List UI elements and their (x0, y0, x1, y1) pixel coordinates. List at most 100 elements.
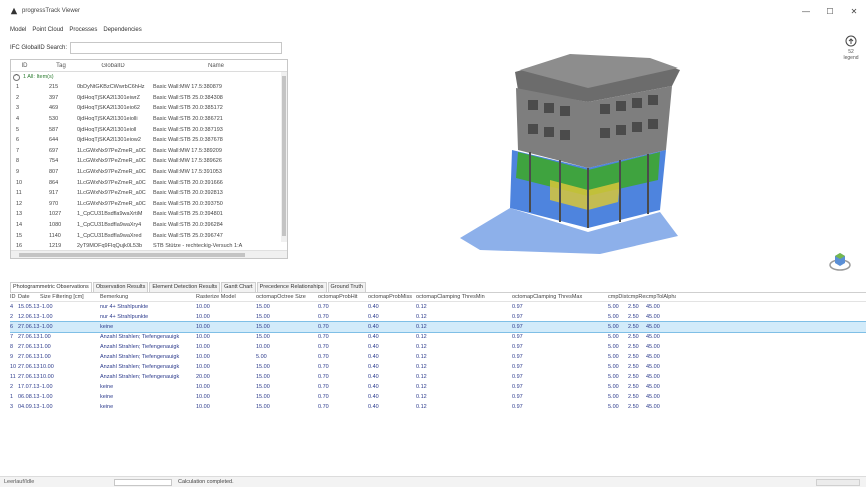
table-row[interactable]: 1 06.08.13 -1.00 keine 10.00 15.00 0.70 0.40 0.1… (10, 392, 866, 402)
tab-ground-truth[interactable]: Ground Truth (327, 282, 366, 292)
ifc-cell-id: 9 (16, 169, 20, 176)
observations-cell: 0.12 (416, 314, 427, 320)
observations-cell: 0.97 (512, 304, 523, 310)
table-row[interactable]: 14 1080 1_CpCU31BsdfIa9waXry4 Basic Wall:ST… (11, 220, 287, 231)
table-row[interactable]: 10 864 1LcGWxNx97PeZmeR_a0C Basic Wall:STB … (11, 177, 287, 188)
observations-cell: 0.70 (318, 324, 329, 330)
ifc-horizontal-scrollbar[interactable] (11, 250, 287, 258)
table-row[interactable]: 8 27.06.13 1.00 Anzahl Strahlen; Tiefengena… (10, 342, 866, 352)
observations-cell: 0.40 (368, 374, 379, 380)
observations-cell: 5.00 (608, 334, 619, 340)
navigation-cube-icon[interactable] (829, 250, 851, 272)
ifc-cell-globalid: 1LcGWxNx97PeZmeR_a0C (77, 147, 146, 154)
table-row[interactable]: 6 644 0jdHoqTjSKA2l1301eiow2 Basic Wall:STB… (11, 135, 287, 146)
table-row[interactable]: 1 215 0bDyNtGKBzCWwrbC6hHz Basic Wall:MW 17… (11, 82, 287, 93)
observations-col-header[interactable]: octomapClamping ThresMin (416, 294, 512, 300)
observations-cell: Anzahl Strahlen; Tiefengenauigk (100, 344, 180, 350)
menu-processes[interactable]: Processes (69, 27, 97, 33)
observations-cell: 0.97 (512, 334, 523, 340)
collapse-icon[interactable]: ^ (13, 73, 20, 81)
table-row[interactable]: 4 15.05.13 -1.00 nur 4+ Strahlpunkte 10.00 15… (10, 302, 866, 312)
table-row[interactable]: 12 970 1LcGWxNx97PeZmeR_a0C Basic Wall:STB … (11, 199, 287, 210)
table-row[interactable]: 3 469 0jdHoqTjSKA2l1301eio62 Basic Wall:STB… (11, 103, 287, 114)
ifc-cell-id: 3 (16, 105, 20, 112)
tab-photogrammetric-observations[interactable]: Photogrammetric Observations (10, 282, 92, 292)
menu-dependencies[interactable]: Dependencies (103, 27, 141, 33)
table-row[interactable]: 7 697 1LcGWxNx97PeZmeR_a0C Basic Wall:MW 17… (11, 146, 287, 157)
ifc-col-tag[interactable]: Tag (33, 63, 73, 69)
table-row[interactable]: 5 587 0jdHoqTjSKA2l1301eioll Basic Wall:STB… (11, 124, 287, 135)
table-row[interactable]: 11 27.06.13 10.00 Anzahl Strahlen; Tiefenge… (10, 372, 866, 382)
ifc-vertical-scrollbar[interactable] (281, 72, 287, 242)
ifc-group-row[interactable]: ^ 1 All: Item(s) (11, 72, 287, 82)
tab-element-detection-results[interactable]: Element Detection Results (149, 282, 221, 292)
table-row[interactable]: 9 27.06.13 1.00 Anzahl Strahlen; Tiefengena… (10, 352, 866, 362)
ifc-cell-name: Basic Wall:STB 25.0:396747 (153, 232, 223, 239)
observations-cell: 11 (10, 374, 16, 380)
title-bar: progressTrack Viewer — ☐ ✕ (0, 0, 866, 22)
observations-cell: 10.00 (196, 354, 210, 360)
observations-cell: 0.97 (512, 384, 523, 390)
table-row[interactable]: 13 1027 1_CpCU31Bsdfla9waXrtiM Basic Wall:S… (11, 209, 287, 220)
tab-gantt-chart[interactable]: Gantt Chart (221, 282, 256, 292)
observations-cell: 0.97 (512, 314, 523, 320)
observations-cell: 45.00 (646, 344, 660, 350)
observations-col-header[interactable]: Rasterize Model (196, 294, 256, 300)
table-row[interactable]: 2 397 0jdHoqTjSKA2l1301eiwrZ Basic Wall:STB… (11, 93, 287, 104)
table-row[interactable]: 2 12.06.13 -1.00 nur 4+ Strahlpunkte 10.00 15… (10, 312, 866, 322)
observations-col-header[interactable]: Date (18, 294, 40, 300)
ifc-group-label: 1 All: Item(s) (23, 74, 54, 80)
table-row[interactable]: 3 04.09.13 -1.00 keine 10.00 15.00 0.70 0.40 0.1… (10, 402, 866, 412)
observations-col-header[interactable]: ID (10, 294, 18, 300)
observations-cell: Anzahl Strahlen; Tiefengenauigk (100, 354, 180, 360)
table-row[interactable]: 2 17.07.13 -1.00 keine 10.00 15.00 0.70 0.40 0.1… (10, 382, 866, 392)
ifc-vertical-scroll-thumb[interactable] (282, 76, 286, 236)
close-button[interactable]: ✕ (842, 0, 866, 22)
observations-cell: 15.00 (256, 374, 270, 380)
table-row[interactable]: 10 27.06.13 10.00 Anzahl Strahlen; Tiefenge… (10, 362, 866, 372)
table-row[interactable]: 4 530 0jdHoqTjSKA2l1301eiolli Basic Wall:ST… (11, 114, 287, 125)
minimize-button[interactable]: — (794, 0, 818, 22)
menu-model[interactable]: Model (10, 27, 26, 33)
observations-col-header[interactable]: octomapProbMiss (368, 294, 416, 300)
observations-col-header[interactable]: octomapOctree Size (256, 294, 318, 300)
observations-cell: -1.00 (40, 304, 53, 310)
ifc-horizontal-scroll-thumb[interactable] (19, 253, 245, 257)
observations-cell: 5.00 (256, 354, 267, 360)
observations-cell: 2.50 (628, 384, 639, 390)
tab-precedence-relationships[interactable]: Precedence Relationships (256, 282, 327, 292)
table-row[interactable]: 9 807 1LcGWxNx97PeZmeR_a0C Basic Wall:MW 17… (11, 167, 287, 178)
table-row[interactable]: 7 27.06.13 1.00 Anzahl Strahlen; Tiefengena… (10, 332, 866, 342)
observations-col-header[interactable]: octomapClamping ThresMax (512, 294, 608, 300)
maximize-button[interactable]: ☐ (818, 0, 842, 22)
building-3d-view[interactable] (420, 40, 740, 270)
ifc-cell-name: Basic Wall:MW 17.5:380879 (153, 84, 222, 91)
ifc-col-id[interactable]: ID (11, 63, 33, 69)
ifc-col-name[interactable]: Name (149, 63, 279, 69)
observations-col-header[interactable]: Bemerkung (100, 294, 196, 300)
observations-col-header[interactable]: cmpDist (608, 294, 628, 300)
observations-col-header[interactable]: Size Filtering [cm] (40, 294, 100, 300)
ifc-cell-tag: 864 (49, 179, 59, 186)
table-row[interactable]: 15 1140 1_CpCU31BsdfIa9waXred Basic Wall:ST… (11, 230, 287, 241)
menu-bar: Model Point Cloud Processes Dependencies (10, 24, 142, 36)
observations-col-header[interactable]: octomapProbHit (318, 294, 368, 300)
legend-widget[interactable]: 52 legend (838, 35, 864, 61)
ifc-col-globalid[interactable]: GlobalID (73, 63, 149, 69)
tab-observation-results[interactable]: Observation Results (92, 282, 149, 292)
menu-point-cloud[interactable]: Point Cloud (32, 27, 63, 33)
observations-cell: 27.06.13 (18, 364, 40, 370)
observations-col-header[interactable]: cmpRes (628, 294, 646, 300)
observations-cell: 6 (10, 324, 14, 330)
observations-cell: 2.50 (628, 314, 639, 320)
observations-cell: 10 (10, 364, 17, 370)
observations-cell: 0.40 (368, 384, 379, 390)
ifc-search-input[interactable] (70, 42, 283, 54)
observations-cell: 0.40 (368, 394, 379, 400)
ifc-cell-globalid: 1LcGWxNx97PeZmeR_a0C (77, 190, 146, 197)
table-row[interactable]: 6 27.06.13 -1.00 keine 10.00 15.00 0.70 0.40 0.1… (10, 321, 866, 333)
table-row[interactable]: 8 754 1LcGWxNx97PeZmeR_a0C Basic Wall:MW 17… (11, 156, 287, 167)
observations-col-header[interactable]: cmpTolAlpha (646, 294, 676, 300)
table-row[interactable]: 11 917 1LcGWxNx97PeZmeR_a0C Basic Wall:STB … (11, 188, 287, 199)
ifc-cell-name: Basic Wall:STB 20.0:386721 (153, 116, 223, 123)
